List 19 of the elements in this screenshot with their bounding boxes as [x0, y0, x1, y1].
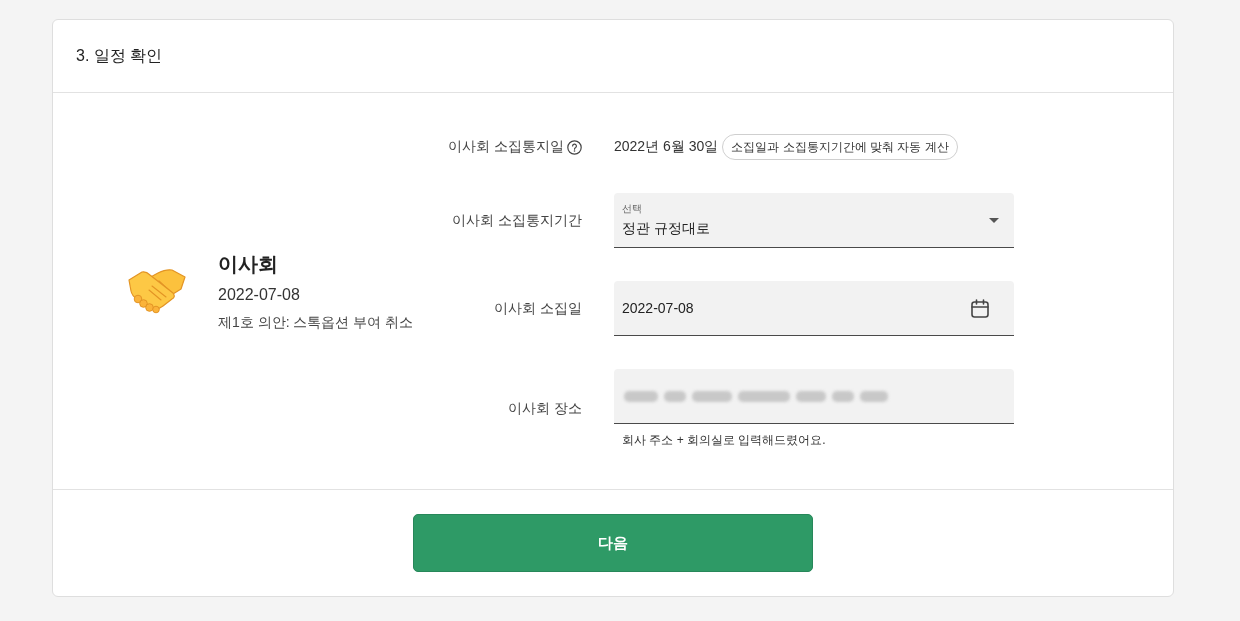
helper-text: 회사 주소 + 회의실로 입력해드렸어요. [621, 432, 826, 448]
text-field[interactable] [614, 369, 1014, 424]
meeting-date: 2022-07-08 [218, 285, 300, 305]
notice-date-text: 2022년 6월 30일 [614, 138, 719, 156]
field-label: 이사회 소집일 [494, 299, 582, 318]
field-label: 이사회 소집통지일 [448, 138, 564, 156]
field-label: 이사회 장소 [508, 399, 582, 418]
select-field[interactable]: 선택 정관 규정대로 [614, 193, 1014, 248]
meeting-title: 이사회 [218, 252, 278, 277]
next-button[interactable]: 다음 [413, 514, 813, 572]
hint-chip: 소집일과 소집통지기간에 맞춰 자동 계산 [722, 134, 958, 160]
help-icon[interactable] [567, 139, 582, 155]
section-title: 3. 일정 확인 [76, 45, 163, 66]
date-field[interactable]: 2022-07-08 [614, 281, 1014, 336]
caret-icon [989, 217, 999, 223]
handshake-icon [128, 268, 186, 314]
field-label: 이사회 소집통지기간 [452, 211, 582, 230]
calendar-icon[interactable] [971, 298, 989, 318]
agenda-text: 제1호 의안: 스톡옵션 부여 취소 [218, 313, 414, 332]
